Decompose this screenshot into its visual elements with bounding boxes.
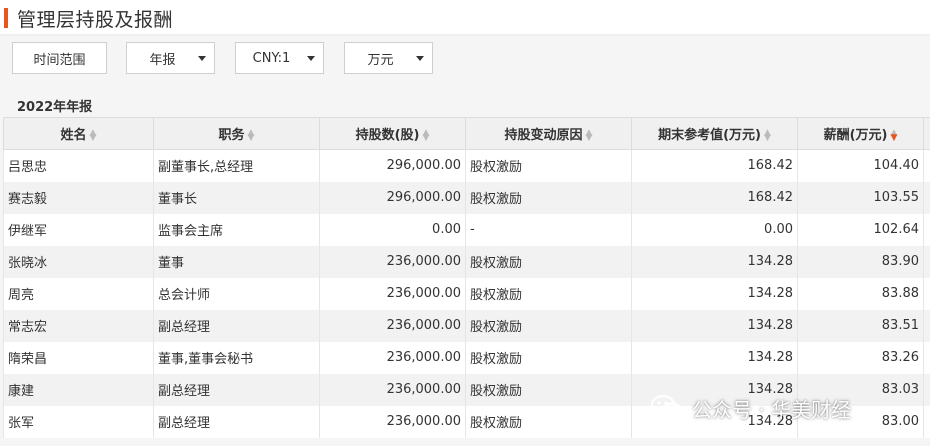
table-row: 赛志毅 董事长 296,000.00 股权激励 168.42 103.55: [3, 181, 930, 214]
cell-name: 吕思忠: [3, 149, 154, 182]
cell-position: 总会计师: [153, 277, 320, 310]
cell-salary: 83.90: [797, 245, 924, 278]
cell-position: 副总经理: [153, 309, 320, 342]
cell-reference-value: 0.00: [631, 213, 798, 246]
chevron-down-icon: [307, 55, 315, 61]
cell-overflow: [923, 181, 930, 214]
cell-shares: 0.00: [319, 213, 466, 246]
table-row: 常志宏 副总经理 236,000.00 股权激励 134.28 83.51: [3, 309, 930, 342]
cell-overflow: [923, 373, 930, 406]
cell-position: 监事会主席: [153, 213, 320, 246]
unit-select[interactable]: 万元: [344, 42, 433, 74]
currency-select-value: CNY:1: [252, 50, 291, 66]
cell-name: 康建: [3, 373, 154, 406]
cell-reference-value: 134.28: [631, 341, 798, 374]
watermark-text: 公众号 · 华美财经: [692, 397, 852, 422]
title-accent-bar: [4, 8, 8, 28]
cell-shares: 236,000.00: [319, 309, 466, 342]
cell-overflow: [923, 245, 930, 278]
sort-icon: ▲ ▼: [89, 127, 97, 143]
cell-change-reason: 股权激励: [465, 373, 632, 406]
cell-name: 常志宏: [3, 309, 154, 342]
cell-position: 董事: [153, 245, 320, 278]
cell-reference-value: 134.28: [631, 309, 798, 342]
column-header-change-reason[interactable]: 持股变动原因 ▲ ▼: [465, 117, 632, 150]
cell-name: 周亮: [3, 277, 154, 310]
cell-name: 张军: [3, 405, 154, 438]
cell-salary: 83.51: [797, 309, 924, 342]
column-header-overflow: [923, 117, 930, 150]
column-header-salary[interactable]: 薪酬(万元) ▲ ▼: [797, 117, 924, 150]
chevron-down-icon: [198, 55, 206, 61]
table-header-row: 姓名 ▲ ▼ 职务 ▲ ▼ 持股数(股) ▲ ▼ 持股变动原因 ▲ ▼ 期末参考值(万元) ▲ ▼ …: [3, 117, 930, 150]
cell-overflow: [923, 341, 930, 374]
table-row: 周亮 总会计师 236,000.00 股权激励 134.28 83.88: [3, 277, 930, 310]
sort-icon: ▲ ▼: [422, 127, 430, 143]
cell-change-reason: 股权激励: [465, 309, 632, 342]
cell-position: 副董事长,总经理: [153, 149, 320, 182]
cell-reference-value: 168.42: [631, 149, 798, 182]
cell-shares: 296,000.00: [319, 149, 466, 182]
wechat-icon: [650, 394, 683, 420]
unit-select-value: 万元: [367, 52, 394, 68]
period-select-value: 年报: [149, 52, 176, 68]
sort-icon: ▲ ▼: [763, 127, 771, 143]
cell-change-reason: 股权激励: [465, 181, 632, 214]
period-select[interactable]: 年报: [126, 42, 215, 74]
cell-name: 伊继军: [3, 213, 154, 246]
cell-overflow: [923, 149, 930, 182]
column-header-shares[interactable]: 持股数(股) ▲ ▼: [319, 117, 466, 150]
cell-shares: 236,000.00: [319, 373, 466, 406]
cell-position: 副总经理: [153, 405, 320, 438]
sort-icon: ▲ ▼: [247, 127, 255, 143]
cell-salary: 83.26: [797, 341, 924, 374]
cell-salary: 104.40: [797, 149, 924, 182]
watermark: 公众号 · 华美财经: [650, 390, 851, 426]
table-row: 隋荣昌 董事,董事会秘书 236,000.00 股权激励 134.28 83.2…: [3, 341, 930, 374]
column-header-name[interactable]: 姓名 ▲ ▼: [3, 117, 154, 150]
cell-shares: 236,000.00: [319, 341, 466, 374]
page-title: 管理层持股及报酬: [17, 9, 174, 31]
cell-change-reason: -: [465, 213, 632, 246]
cell-salary: 103.55: [797, 181, 924, 214]
cell-name: 张晓冰: [3, 245, 154, 278]
page-header: 管理层持股及报酬: [0, 0, 930, 36]
cell-change-reason: 股权激励: [465, 277, 632, 310]
cell-change-reason: 股权激励: [465, 405, 632, 438]
cell-overflow: [923, 277, 930, 310]
column-header-reference-value[interactable]: 期末参考值(万元) ▲ ▼: [631, 117, 798, 150]
cell-shares: 236,000.00: [319, 405, 466, 438]
cell-reference-value: 168.42: [631, 181, 798, 214]
time-range-label: 时间范围: [33, 52, 86, 68]
cell-position: 副总经理: [153, 373, 320, 406]
table-row: 吕思忠 副董事长,总经理 296,000.00 股权激励 168.42 104.…: [3, 149, 930, 182]
cell-salary: 102.64: [797, 213, 924, 246]
cell-shares: 296,000.00: [319, 181, 466, 214]
sort-icon: ▲ ▼: [585, 127, 593, 143]
filter-toolbar: 时间范围 年报 CNY:1 万元: [0, 36, 930, 82]
sort-icon: ▲ ▼: [890, 127, 898, 143]
cell-overflow: [923, 309, 930, 342]
cell-change-reason: 股权激励: [465, 341, 632, 374]
cell-reference-value: 134.28: [631, 277, 798, 310]
table-row: 伊继军 监事会主席 0.00 - 0.00 102.64: [3, 213, 930, 246]
cell-name: 隋荣昌: [3, 341, 154, 374]
cell-position: 董事,董事会秘书: [153, 341, 320, 374]
cell-change-reason: 股权激励: [465, 245, 632, 278]
column-header-position[interactable]: 职务 ▲ ▼: [153, 117, 320, 150]
chevron-down-icon: [416, 55, 424, 61]
currency-select[interactable]: CNY:1: [235, 42, 324, 74]
time-range-button[interactable]: 时间范围: [12, 42, 107, 74]
cell-shares: 236,000.00: [319, 277, 466, 310]
cell-overflow: [923, 405, 930, 438]
cell-salary: 83.88: [797, 277, 924, 310]
cell-reference-value: 134.28: [631, 245, 798, 278]
cell-change-reason: 股权激励: [465, 149, 632, 182]
cell-name: 赛志毅: [3, 181, 154, 214]
cell-overflow: [923, 213, 930, 246]
table-row: 张晓冰 董事 236,000.00 股权激励 134.28 83.90: [3, 245, 930, 278]
cell-position: 董事长: [153, 181, 320, 214]
cell-shares: 236,000.00: [319, 245, 466, 278]
report-year-label: 2022年年报: [17, 100, 93, 115]
